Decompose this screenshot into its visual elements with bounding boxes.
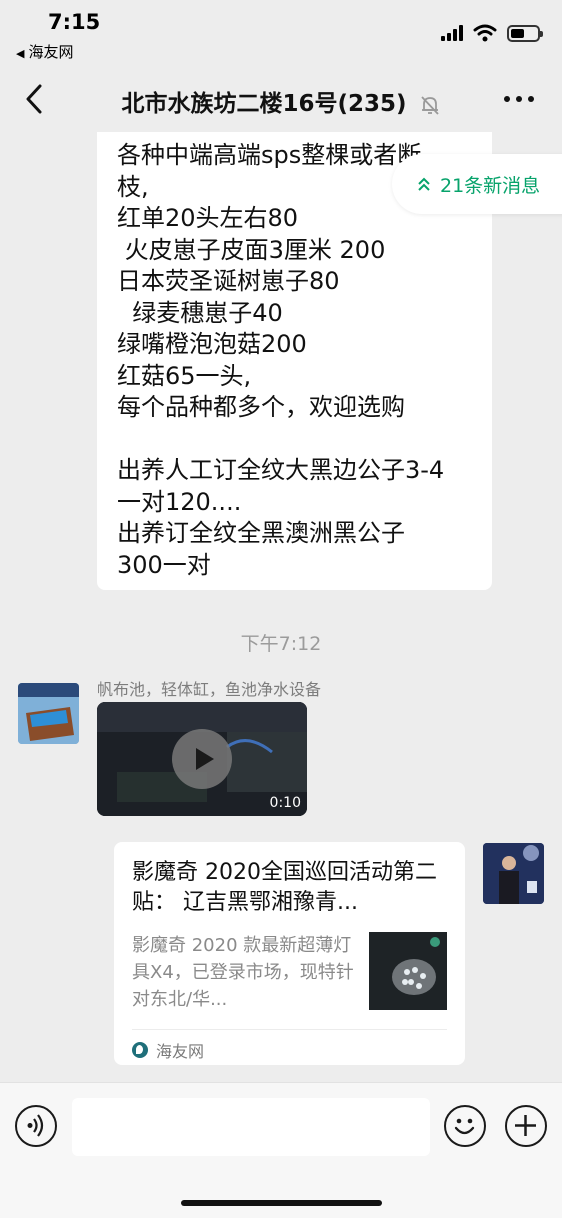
chat-message-list[interactable]: 各种中端高端sps整棵或者断 枝, 红单20头左右80 火皮崽子皮面3厘米 20… bbox=[0, 132, 562, 1082]
emoji-button[interactable] bbox=[444, 1105, 486, 1147]
chat-title: 北市水族坊二楼16号(235) bbox=[0, 84, 562, 118]
more-options-icon[interactable] bbox=[504, 96, 534, 102]
voice-input-button[interactable] bbox=[15, 1105, 57, 1147]
video-message[interactable]: 0:10 bbox=[97, 702, 307, 816]
chat-header: 北市水族坊二楼16号(235) bbox=[0, 66, 562, 132]
link-card-message[interactable]: 影魔奇 2020全国巡回活动第二贴： 辽吉黑鄂湘豫青... 影魔奇 2020 款… bbox=[114, 842, 465, 1065]
battery-icon bbox=[507, 24, 543, 42]
message-text-input[interactable] bbox=[72, 1098, 430, 1156]
plus-icon bbox=[515, 1115, 536, 1136]
voice-icon bbox=[27, 1114, 44, 1137]
link-card-source: 海友网 bbox=[132, 1038, 204, 1062]
cellular-signal-icon bbox=[441, 25, 463, 41]
new-messages-label: 21条新消息 bbox=[440, 174, 541, 197]
link-card-source-label: 海友网 bbox=[156, 1042, 205, 1061]
link-card-description: 影魔奇 2020 款最新超薄灯具X4，已登录市场，现特针对东北/华... bbox=[132, 935, 354, 1010]
sender-avatar[interactable] bbox=[18, 683, 79, 744]
mute-bell-icon bbox=[420, 95, 439, 115]
link-card-thumbnail bbox=[369, 932, 447, 1010]
back-to-app-link[interactable]: ◀ 海友网 bbox=[16, 41, 73, 62]
more-actions-button[interactable] bbox=[505, 1105, 547, 1147]
home-indicator[interactable] bbox=[181, 1200, 382, 1206]
my-avatar[interactable] bbox=[483, 843, 544, 904]
back-triangle-icon: ◀ bbox=[16, 47, 25, 60]
new-messages-button[interactable]: 21条新消息 bbox=[392, 154, 562, 214]
message-timestamp: 下午7:12 bbox=[240, 633, 322, 655]
link-card-body: 影魔奇 2020 款最新超薄灯具X4，已登录市场，现特针对东北/华... bbox=[132, 932, 447, 1012]
status-bar: 7:15 ◀ 海友网 bbox=[0, 0, 562, 66]
video-duration: 0:10 bbox=[269, 795, 301, 811]
double-chevron-up-icon bbox=[418, 177, 430, 191]
wifi-icon bbox=[473, 24, 497, 42]
emoji-icon bbox=[454, 1118, 475, 1135]
back-app-label: 海友网 bbox=[28, 43, 74, 61]
source-app-icon bbox=[132, 1042, 148, 1058]
sender-name: 帆布池，轻体缸，鱼池净水设备 bbox=[97, 680, 322, 699]
chat-title-text: 北市水族坊二楼16号(235) bbox=[121, 91, 407, 117]
play-icon[interactable] bbox=[172, 729, 232, 789]
link-card-title: 影魔奇 2020全国巡回活动第二贴： 辽吉黑鄂湘豫青... bbox=[132, 860, 437, 915]
status-icons bbox=[441, 24, 543, 42]
status-time: 7:15 bbox=[48, 10, 101, 34]
message-input-bar bbox=[0, 1082, 562, 1218]
link-card-divider bbox=[132, 1029, 447, 1030]
